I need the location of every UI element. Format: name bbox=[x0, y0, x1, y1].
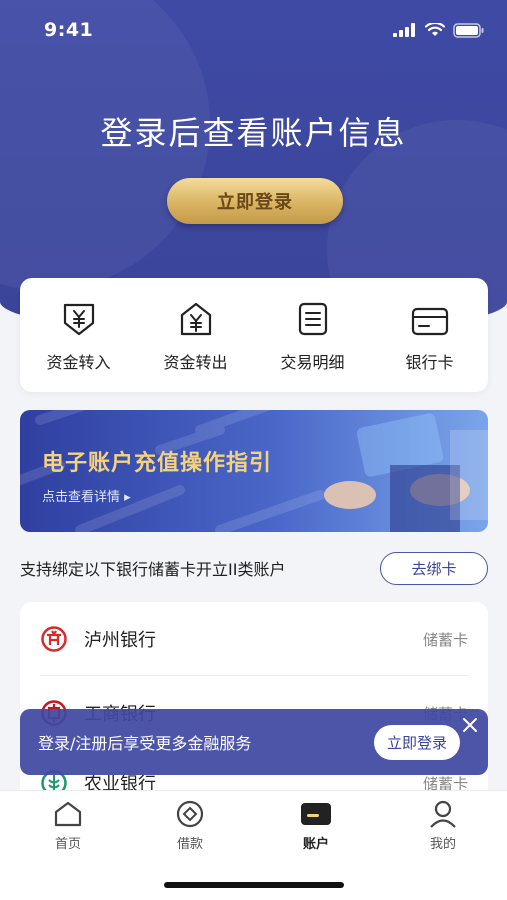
money-out-icon bbox=[180, 302, 211, 336]
bank-name: 泸州银行 bbox=[84, 630, 156, 651]
login-button[interactable]: 立即登录 bbox=[167, 178, 343, 224]
tab-loan[interactable]: 借款 bbox=[150, 799, 230, 852]
status-bar: 9:41 bbox=[0, 0, 507, 60]
bind-card-row: 支持绑定以下银行储蓄卡开立II类账户 去绑卡 bbox=[20, 551, 488, 585]
close-icon[interactable] bbox=[460, 715, 480, 735]
tab-label: 我的 bbox=[429, 837, 456, 852]
bind-card-button[interactable]: 去绑卡 bbox=[380, 551, 488, 585]
tab-home[interactable]: 首页 bbox=[28, 799, 108, 852]
battery-icon bbox=[453, 22, 484, 38]
quick-actions-card: 资金转入 资金转出 交易明细 银行卡 bbox=[20, 278, 488, 392]
account-card-icon bbox=[301, 803, 331, 825]
action-label: 资金转出 bbox=[163, 353, 228, 372]
card-type: 储蓄卡 bbox=[422, 630, 468, 649]
tab-label: 首页 bbox=[54, 837, 81, 852]
status-icons bbox=[393, 22, 485, 38]
signal-icon bbox=[393, 23, 415, 37]
banner-subtitle[interactable]: 点击查看详情 ▸ bbox=[42, 486, 131, 505]
action-money-in[interactable]: 资金转入 bbox=[24, 297, 134, 373]
toast-text: 登录/注册后享受更多金融服务 bbox=[38, 734, 252, 753]
action-money-out[interactable]: 资金转出 bbox=[141, 297, 251, 373]
tab-profile[interactable]: 我的 bbox=[403, 799, 483, 852]
transaction-list-icon bbox=[298, 302, 327, 336]
action-bank-card[interactable]: 银行卡 bbox=[375, 297, 485, 373]
bind-card-hint: 支持绑定以下银行储蓄卡开立II类账户 bbox=[20, 560, 286, 579]
action-label: 资金转入 bbox=[46, 353, 111, 372]
divider bbox=[40, 675, 468, 676]
page-title: 登录后查看账户信息 bbox=[100, 114, 407, 152]
action-label: 银行卡 bbox=[405, 353, 454, 372]
action-label: 交易明细 bbox=[280, 353, 345, 372]
tab-label: 账户 bbox=[302, 837, 329, 852]
tab-account[interactable]: 账户 bbox=[276, 799, 356, 852]
luzhou-bank-logo-icon bbox=[40, 625, 68, 653]
home-icon bbox=[54, 801, 82, 827]
tab-label: 借款 bbox=[176, 837, 203, 852]
banner-title: 电子账户充值操作指引 bbox=[42, 451, 273, 476]
login-prompt-toast: 登录/注册后享受更多金融服务 立即登录 bbox=[20, 709, 488, 775]
toast-login-button[interactable]: 立即登录 bbox=[374, 724, 460, 760]
status-time: 9:41 bbox=[44, 19, 94, 41]
bank-card-icon bbox=[411, 307, 448, 336]
profile-icon bbox=[430, 800, 456, 828]
bank-item-luzhou[interactable]: 泸州银行 储蓄卡 bbox=[20, 604, 488, 674]
recharge-guide-banner[interactable]: 电子账户充值操作指引 点击查看详情 ▸ bbox=[20, 410, 488, 532]
home-indicator bbox=[164, 882, 344, 888]
money-in-icon bbox=[63, 303, 94, 336]
loan-icon bbox=[176, 800, 204, 828]
wifi-icon bbox=[425, 23, 445, 36]
bank-list: 泸州银行 储蓄卡 工商银行 储蓄卡 农业银行 储蓄卡 bbox=[20, 602, 488, 812]
action-transactions[interactable]: 交易明细 bbox=[258, 297, 368, 373]
